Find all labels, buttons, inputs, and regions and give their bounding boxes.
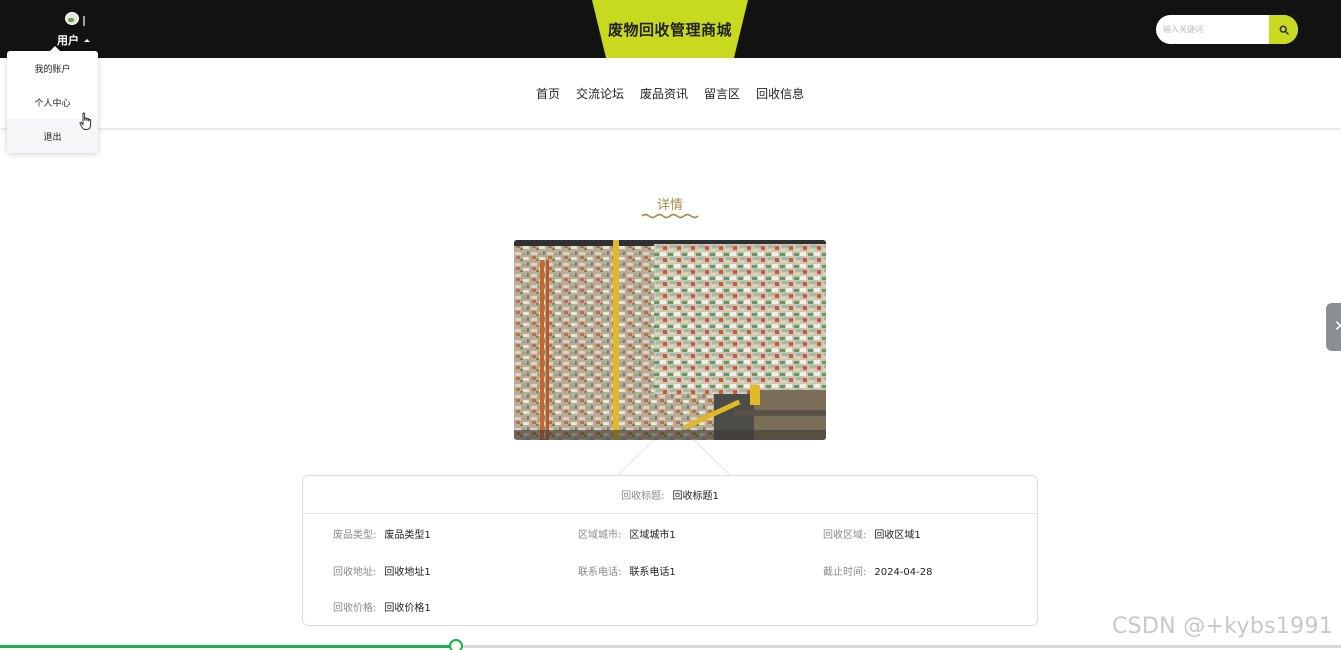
site-title: 废物回收管理商城 (607, 20, 732, 39)
main-nav: 首页 交流论坛 废品资讯 留言区 回收信息 (0, 58, 1341, 129)
detail-heading: 详情 (656, 198, 683, 213)
field-label: 区域城市: (578, 530, 622, 541)
recycling-photo (514, 240, 826, 440)
field-waste-type: 废品类型: 废品类型1 (333, 526, 431, 541)
side-panel-tab[interactable]: ✕ (1326, 303, 1341, 351)
field-price: 回收价格: 回收价格1 (333, 599, 431, 614)
connector-lines (617, 439, 731, 476)
avatar (65, 12, 79, 25)
title-value: 回收标题1 (672, 491, 719, 502)
search-input[interactable] (1156, 15, 1270, 44)
field-address: 回收地址: 回收地址1 (333, 563, 431, 578)
field-value: 废品类型1 (384, 530, 431, 541)
detail-title-row: 回收标题: 回收标题1 (303, 476, 1037, 514)
field-deadline: 截止时间: 2024-04-28 (823, 563, 933, 578)
field-value: 回收价格1 (384, 603, 431, 614)
site-title-plate: 废物回收管理商城 (592, 0, 748, 58)
close-icon: ✕ (1334, 317, 1341, 335)
field-value: 2024-04-28 (874, 567, 933, 578)
nav-item-messages[interactable]: 留言区 (704, 85, 740, 102)
search-button[interactable] (1269, 15, 1298, 44)
top-header: 用户 废物回收管理商城 (0, 0, 1341, 58)
field-value: 区域城市1 (629, 530, 676, 541)
nav-item-news[interactable]: 废品资讯 (640, 85, 688, 102)
nav-list: 首页 交流论坛 废品资讯 留言区 回收信息 (536, 85, 820, 102)
video-progress-handle[interactable] (448, 639, 463, 650)
menu-item-my-account[interactable]: 我的账户 (7, 51, 98, 85)
field-label: 回收区域: (823, 530, 867, 541)
nav-item-recycle-info[interactable]: 回收信息 (756, 85, 804, 102)
watermark: CSDN @+kybs1991 (1112, 614, 1334, 639)
caret-up-icon (84, 38, 90, 42)
field-value: 联系电话1 (629, 567, 676, 578)
field-label: 截止时间: (823, 567, 867, 578)
search-box (1156, 15, 1298, 44)
video-progress-bar[interactable] (0, 639, 1341, 650)
user-menu-trigger[interactable]: 用户 (55, 10, 95, 50)
field-label: 回收地址: (333, 567, 377, 578)
video-progress-fill (0, 645, 456, 648)
field-label: 联系电话: (578, 567, 622, 578)
field-value: 回收区域1 (874, 530, 921, 541)
user-label-wrap: 用户 (57, 32, 90, 48)
hand-pointer-icon (79, 112, 92, 130)
user-label: 用户 (57, 34, 79, 47)
search-icon (1279, 25, 1289, 35)
user-dropdown-menu: 我的账户 个人中心 退出 (7, 46, 98, 153)
nav-item-forum[interactable]: 交流论坛 (576, 85, 624, 102)
detail-info-card: 回收标题: 回收标题1 废品类型: 废品类型1 区域城市: 区域城市1 回收区域: 回… (302, 475, 1038, 626)
field-phone: 联系电话: 联系电话1 (578, 563, 676, 578)
avatar-edge (83, 16, 85, 26)
nav-item-home[interactable]: 首页 (536, 85, 560, 102)
field-label: 废品类型: (333, 530, 377, 541)
field-district: 回收区域: 回收区域1 (823, 526, 921, 541)
field-label: 回收价格: (333, 603, 377, 614)
field-value: 回收地址1 (384, 567, 431, 578)
title-label: 回收标题: (621, 491, 665, 502)
field-city: 区域城市: 区域城市1 (578, 526, 676, 541)
decorative-wave (641, 213, 699, 219)
